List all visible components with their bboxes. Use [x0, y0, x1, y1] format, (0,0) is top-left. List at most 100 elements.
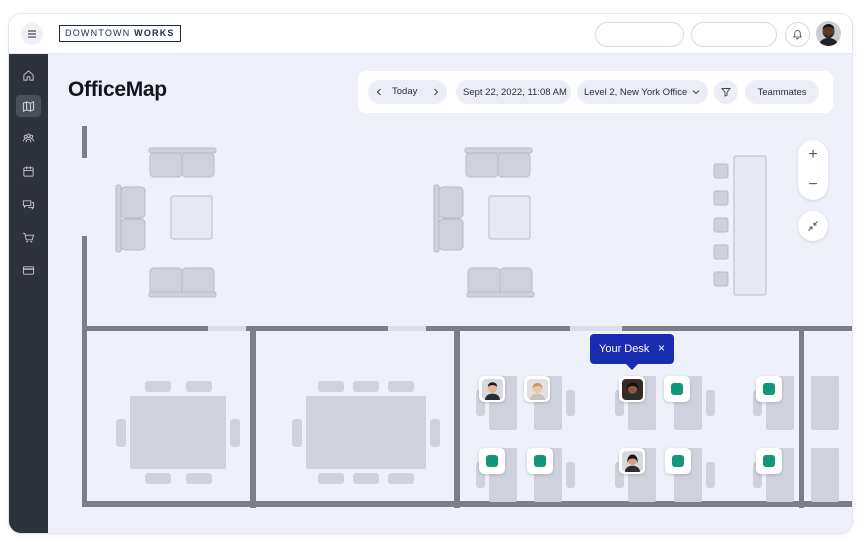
teammate-desk-marker[interactable]: [479, 376, 505, 402]
chair: [388, 473, 414, 484]
hamburger-icon: [28, 30, 36, 38]
nav-map[interactable]: [16, 95, 41, 117]
nav-people[interactable]: [16, 127, 41, 149]
chair: [430, 419, 440, 447]
meeting-table: [292, 381, 440, 484]
chair: [145, 381, 171, 392]
map-icon: [22, 100, 35, 112]
teammate-desk-marker[interactable]: [619, 448, 645, 474]
calendar-icon: [23, 165, 34, 177]
collapse-arrows-icon: [808, 221, 818, 231]
sofa-back: [148, 291, 217, 298]
nav-home[interactable]: [16, 64, 41, 86]
sofa-seat: [438, 186, 464, 219]
chair: [706, 390, 715, 416]
available-desk-marker[interactable]: [664, 376, 690, 402]
available-indicator: [671, 383, 683, 395]
zoom-out-button[interactable]: −: [798, 170, 828, 200]
sofa-seat: [465, 152, 499, 178]
date-label[interactable]: Today: [392, 86, 417, 97]
topbar-pill-button[interactable]: [691, 22, 777, 47]
chair: [292, 419, 302, 447]
chair: [230, 419, 240, 447]
available-indicator: [763, 455, 775, 467]
available-desk-marker[interactable]: [665, 448, 691, 474]
chair: [388, 381, 414, 392]
chair: [318, 381, 344, 392]
available-desk-marker[interactable]: [756, 448, 782, 474]
sofa-seat: [497, 152, 531, 178]
sofa-seat: [499, 267, 533, 295]
close-tooltip-button[interactable]: ×: [658, 341, 665, 355]
top-bar: DOWNTOWN WORKS: [9, 14, 852, 54]
sofa-seat: [149, 267, 183, 295]
desk: [811, 376, 839, 430]
filter-button[interactable]: [714, 80, 738, 104]
available-desk-marker[interactable]: [479, 448, 505, 474]
wall: [82, 501, 852, 507]
chair: [186, 381, 212, 392]
app-window: DOWNTOWN WORKS OfficeMap Today Sept 22, …: [9, 14, 852, 533]
location-dropdown[interactable]: Level 2, New York Office: [577, 80, 708, 104]
teammate-avatar: [526, 378, 548, 400]
stool: [713, 271, 729, 287]
fit-view-button[interactable]: [798, 211, 828, 241]
door: [208, 326, 246, 331]
available-indicator: [534, 455, 546, 467]
chat-icon: [22, 199, 35, 210]
logo-text-bold: WORKS: [134, 28, 175, 38]
available-indicator: [672, 455, 684, 467]
wall: [622, 326, 852, 331]
available-desk-marker[interactable]: [756, 376, 782, 402]
sofa-seat: [120, 186, 146, 219]
next-day-button[interactable]: [432, 88, 440, 99]
notifications-button[interactable]: [785, 22, 810, 47]
wall: [82, 236, 87, 506]
your-desk-tooltip: Your Desk ×: [590, 334, 674, 370]
stool: [713, 163, 729, 179]
filter-icon: [721, 88, 731, 97]
nav-chat[interactable]: [16, 193, 41, 215]
your-avatar: [621, 378, 643, 400]
user-avatar[interactable]: [816, 21, 841, 46]
location-value: Level 2, New York Office: [584, 86, 688, 98]
prev-day-button[interactable]: [375, 88, 383, 99]
coffee-table: [488, 195, 531, 240]
your-desk-marker[interactable]: [619, 376, 645, 402]
nav-cart[interactable]: [16, 226, 41, 248]
chair: [116, 419, 126, 447]
teammate-desk-marker[interactable]: [524, 376, 550, 402]
chair: [318, 473, 344, 484]
stool: [713, 217, 729, 233]
sofa-seat: [438, 218, 464, 251]
sofa-back: [115, 184, 122, 253]
people-icon: [22, 133, 35, 142]
topbar-pill-button[interactable]: [595, 22, 684, 47]
hamburger-menu-button[interactable]: [21, 23, 43, 45]
page-title: OfficeMap: [68, 78, 167, 101]
sofa-seat: [149, 152, 183, 178]
available-indicator: [486, 455, 498, 467]
cart-icon: [22, 232, 35, 243]
teammates-label: Teammates: [757, 86, 807, 98]
bar-counter: [713, 155, 767, 296]
lounge-seating: [433, 147, 535, 298]
sofa-back: [148, 147, 217, 154]
wall: [454, 331, 460, 508]
datetime-value: Sept 22, 2022, 11:08 AM: [463, 86, 567, 98]
teammate-avatar: [481, 378, 503, 400]
map-toolbar: Today Sept 22, 2022, 11:08 AM Level 2, N…: [358, 71, 833, 113]
wall: [426, 326, 570, 331]
available-desk-marker[interactable]: [527, 448, 553, 474]
table: [130, 396, 226, 469]
nav-payments[interactable]: [16, 259, 41, 281]
sofa-seat: [181, 152, 215, 178]
zoom-in-button[interactable]: +: [798, 140, 828, 170]
chair: [566, 390, 575, 416]
nav-calendar[interactable]: [16, 160, 41, 182]
available-indicator: [763, 383, 775, 395]
teammates-button[interactable]: Teammates: [745, 80, 819, 104]
door: [570, 326, 622, 331]
datetime-selector[interactable]: Sept 22, 2022, 11:08 AM: [456, 80, 571, 104]
card-icon: [22, 265, 35, 275]
